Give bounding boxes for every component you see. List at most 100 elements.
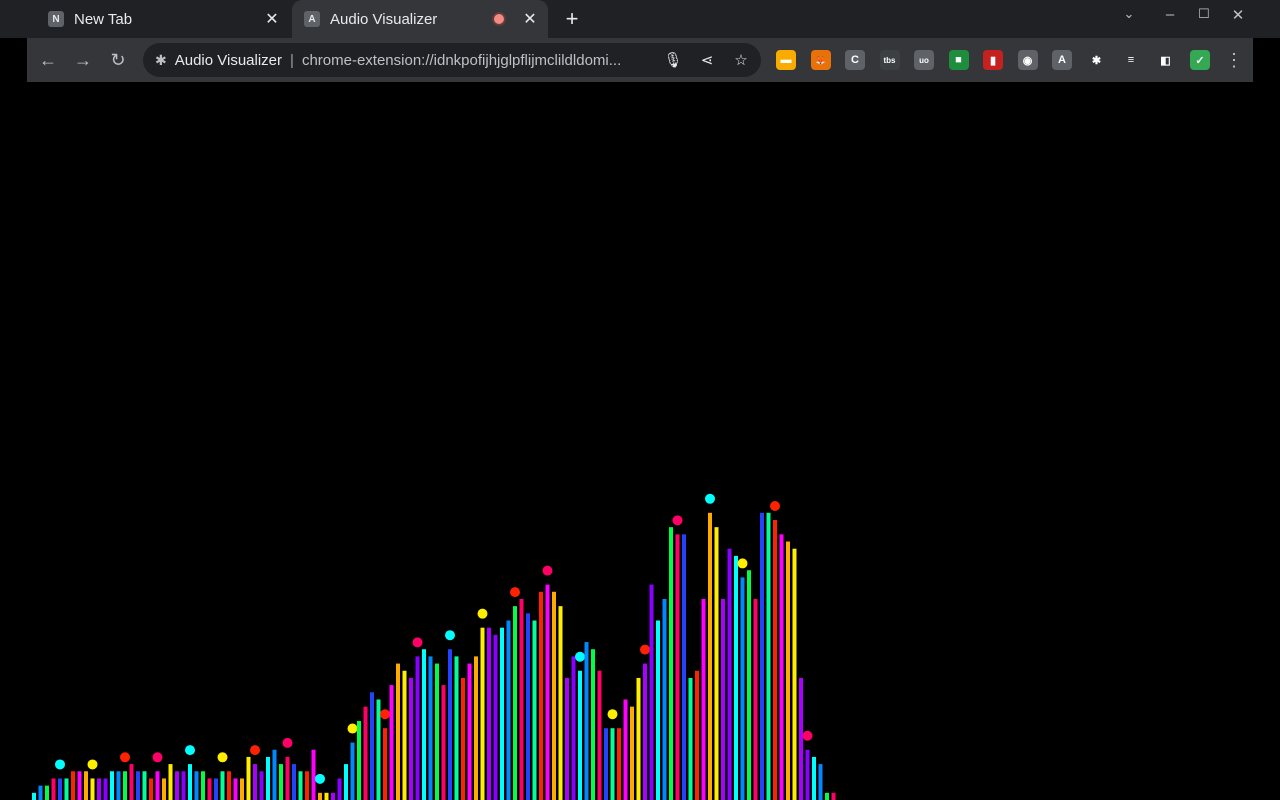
color-extension-icon[interactable]: ■ <box>948 50 969 70</box>
peak-dot <box>575 651 585 662</box>
frequency-bar <box>402 670 407 800</box>
bar-extension-icon[interactable]: ▬ <box>776 50 796 70</box>
frequency-bar <box>643 663 647 800</box>
frequency-bar <box>591 649 595 800</box>
frequency-bar <box>493 634 498 800</box>
frequency-bar <box>773 519 777 800</box>
frequency-bar <box>636 677 641 800</box>
frequency-bar <box>84 771 88 800</box>
tab-audio-visualizer[interactable]: A Audio Visualizer ✕ <box>292 0 548 38</box>
url-text[interactable]: chrome-extension://idnkpofijhjglpflijmcl… <box>302 52 652 69</box>
back-arrow-icon[interactable]: ← <box>37 49 59 71</box>
maximize-icon[interactable]: ☐ <box>1192 6 1216 22</box>
fox-extension-icon[interactable]: 🦊 <box>810 50 831 70</box>
frequency-bar <box>162 778 166 800</box>
frequency-bar <box>753 598 758 800</box>
microphone-icon[interactable]: 🎙 <box>663 49 683 71</box>
peak-dot <box>120 752 130 763</box>
frequency-bar <box>305 771 309 800</box>
frequency-bar <box>149 778 153 800</box>
frequency-bar <box>207 778 212 800</box>
frequency-bar <box>344 764 348 800</box>
frequency-bar <box>695 670 699 800</box>
minimize-icon[interactable]: – <box>1158 6 1182 23</box>
frequency-bar <box>77 771 82 800</box>
frequency-bar <box>584 642 589 800</box>
frequency-bar <box>181 771 186 800</box>
peak-dot <box>607 709 618 720</box>
frequency-bar <box>448 649 452 800</box>
puzzle-extension-icon[interactable]: ✱ <box>1086 50 1107 70</box>
ublock-extension-icon[interactable]: uo <box>914 50 934 70</box>
tab-new-tab[interactable]: N New Tab ✕ <box>36 0 290 38</box>
frequency-bar <box>578 670 582 800</box>
share-icon[interactable]: ⋖ <box>697 49 717 71</box>
frequency-bar <box>214 778 218 800</box>
frequency-bar <box>383 728 387 800</box>
media-extension-icon[interactable]: ≡ <box>1121 50 1141 70</box>
frequency-bar <box>58 778 62 800</box>
close-icon[interactable]: ✕ <box>520 9 540 29</box>
frequency-bar <box>513 606 517 800</box>
frequency-bar <box>792 548 797 800</box>
frequency-bar <box>298 771 303 800</box>
frequency-bar <box>285 756 290 800</box>
menu-kebab-icon[interactable]: ⋮ <box>1223 49 1245 71</box>
peak-dot <box>705 493 715 504</box>
peak-dot <box>737 558 748 569</box>
frequency-bar <box>253 764 257 800</box>
frequency-bar <box>32 792 36 800</box>
forward-arrow-icon[interactable]: → <box>72 49 94 71</box>
omnibox-actions: 🎙 ⋖ ☆ <box>663 49 751 71</box>
frequency-bar <box>357 721 361 800</box>
frequency-bar <box>565 677 569 800</box>
peak-dot <box>347 723 358 734</box>
frequency-bar <box>532 620 537 800</box>
window-close-icon[interactable]: ✕ <box>1226 6 1250 24</box>
frequency-bar <box>292 764 296 800</box>
tab-title: Audio Visualizer <box>330 10 438 28</box>
tab-search-chevron-icon[interactable]: ⌄ <box>1117 6 1141 22</box>
css-extension-icon[interactable]: C <box>845 50 865 70</box>
frequency-bar <box>415 656 420 800</box>
close-icon[interactable]: ✕ <box>262 9 282 29</box>
frequency-bar <box>649 584 654 800</box>
frequency-bar <box>396 663 400 800</box>
frequency-bar <box>97 778 101 800</box>
visualizer-canvas-area <box>0 82 1280 800</box>
reload-icon[interactable]: ↻ <box>107 49 129 71</box>
sidepanel-extension-icon[interactable]: ◧ <box>1155 50 1176 70</box>
frequency-bar <box>805 749 810 800</box>
frequency-bar <box>675 534 680 800</box>
frequency-bar <box>370 692 374 800</box>
audio-bars-extension-icon[interactable]: ▮ <box>983 50 1003 70</box>
frequency-bar <box>266 756 270 800</box>
frequency-bar <box>51 778 56 800</box>
frequency-bar <box>825 792 829 800</box>
peak-dot <box>315 773 325 784</box>
browser-toolbar: ← → ↻ ✱ Audio Visualizer | chrome-extens… <box>27 38 1253 82</box>
bookmark-star-icon[interactable]: ☆ <box>731 49 751 71</box>
address-bar[interactable]: ✱ Audio Visualizer | chrome-extension://… <box>143 43 761 77</box>
divider: | <box>290 51 294 69</box>
frequency-bar <box>740 577 745 800</box>
new-tab-favicon-icon: N <box>48 11 64 27</box>
profile-extension-icon[interactable]: ✓ <box>1190 50 1210 70</box>
frequency-bar <box>786 541 790 800</box>
frequency-bar <box>441 685 446 800</box>
frequency-bar <box>71 771 75 800</box>
frequency-bar <box>760 512 764 800</box>
spy-extension-icon[interactable]: ◉ <box>1017 50 1038 70</box>
frequency-bar <box>669 527 673 800</box>
extension-puzzle-icon: ✱ <box>155 51 167 68</box>
frequency-bar <box>220 771 225 800</box>
frequency-bar <box>422 649 426 800</box>
frequency-bar <box>831 792 836 800</box>
frequency-bar <box>604 728 608 800</box>
frequency-bar <box>461 677 465 800</box>
new-tab-plus-icon[interactable]: + <box>560 6 584 31</box>
translate-extension-icon[interactable]: A <box>1052 50 1072 70</box>
tbs-extension-icon[interactable]: tbs <box>879 50 900 70</box>
frequency-bar <box>610 728 615 800</box>
frequency-bar <box>435 663 439 800</box>
